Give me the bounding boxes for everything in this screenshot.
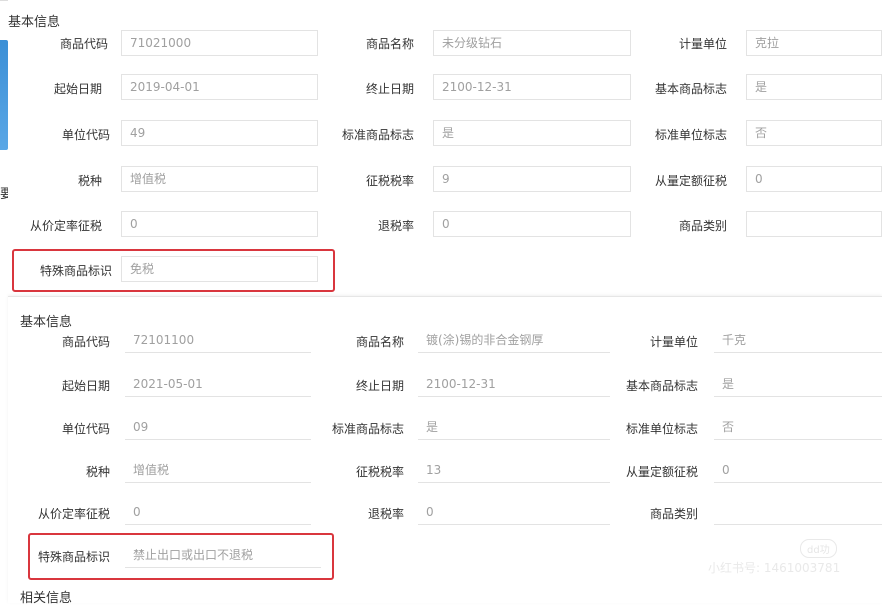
basic-product-flag-field[interactable]: 是	[714, 373, 882, 397]
product-info-panel-1: 基本信息 商品代码 71021000 商品名称 未分级钻石 计量单位 克拉 起始…	[8, 0, 882, 296]
product-category-field[interactable]	[714, 501, 882, 525]
field-label: 起始日期	[61, 379, 110, 393]
specific-duty-field[interactable]: 0	[746, 166, 882, 192]
unit-code-field[interactable]: 09	[125, 416, 311, 440]
product-category-field[interactable]	[746, 211, 882, 237]
product-code-field[interactable]: 71021000	[121, 30, 318, 56]
field-label: 终止日期	[365, 82, 414, 96]
field-label: 从价定率征税	[29, 219, 102, 233]
field-label: 税种	[77, 174, 102, 188]
field-label: 标准商品标志	[331, 422, 404, 436]
start-date-field[interactable]: 2021-05-01	[125, 373, 311, 397]
field-label: 基本商品标志	[654, 82, 727, 96]
field-label: 标准单位标志	[625, 422, 698, 436]
standard-product-flag-field[interactable]: 是	[418, 416, 610, 440]
unit-of-measure-field[interactable]: 千克	[714, 329, 882, 353]
start-date-field[interactable]: 2019-04-01	[121, 74, 318, 100]
tax-type-field[interactable]: 增值税	[121, 166, 318, 192]
field-label: 基本商品标志	[625, 379, 698, 393]
field-label: 从量定额征税	[654, 174, 727, 188]
field-label: 起始日期	[53, 82, 102, 96]
product-name-field[interactable]: 镀(涂)锡的非合金钢厚	[418, 329, 610, 353]
field-label: 征税税率	[365, 174, 414, 188]
standard-product-flag-field[interactable]: 是	[433, 120, 631, 146]
standard-unit-flag-field[interactable]: 否	[714, 416, 882, 440]
unit-code-field[interactable]: 49	[121, 120, 318, 146]
field-label: 税种	[85, 465, 110, 479]
field-label: 征税税率	[355, 465, 404, 479]
field-label: 单位代码	[61, 128, 110, 142]
end-date-field[interactable]: 2100-12-31	[433, 74, 631, 100]
watermark-text: 小红书号: 1461003781	[708, 561, 841, 575]
ad-valorem-field[interactable]: 0	[125, 501, 311, 525]
product-info-panel-2: 基本信息 商品代码 72101100 商品名称 镀(涂)锡的非合金钢厚 计量单位…	[8, 296, 882, 606]
field-label: 标准单位标志	[654, 128, 727, 142]
field-label: 商品代码	[61, 335, 110, 349]
ad-valorem-field[interactable]: 0	[121, 211, 318, 237]
background-app-strip-left	[0, 40, 8, 150]
tax-refund-rate-field[interactable]: 0	[418, 501, 610, 525]
field-label: 标准商品标志	[341, 128, 414, 142]
field-label: 终止日期	[355, 379, 404, 393]
field-label: 商品类别	[678, 219, 727, 233]
standard-unit-flag-field[interactable]: 否	[746, 120, 882, 146]
tax-rate-field[interactable]: 9	[433, 166, 631, 192]
field-label: 商品类别	[649, 507, 698, 521]
field-label: 从量定额征税	[625, 465, 698, 479]
field-label: 退税率	[367, 507, 404, 521]
section-title: 基本信息	[20, 315, 73, 330]
field-label: 从价定率征税	[37, 507, 110, 521]
field-label: 商品名称	[365, 37, 414, 51]
field-label: 商品代码	[59, 37, 108, 51]
field-label: 计量单位	[649, 335, 698, 349]
tax-refund-rate-field[interactable]: 0	[433, 211, 631, 237]
highlight-box	[28, 533, 334, 580]
highlight-box	[12, 249, 335, 292]
watermark-badge: dd功	[800, 539, 837, 558]
product-code-field[interactable]: 72101100	[125, 329, 311, 353]
unit-of-measure-field[interactable]: 克拉	[746, 30, 882, 56]
tax-rate-field[interactable]: 13	[418, 459, 610, 483]
basic-product-flag-field[interactable]: 是	[746, 74, 882, 100]
related-info-section-title: 相关信息	[20, 591, 73, 606]
field-label: 单位代码	[61, 422, 110, 436]
section-title: 基本信息	[8, 15, 61, 30]
tax-type-field[interactable]: 增值税	[125, 459, 311, 483]
field-label: 商品名称	[355, 335, 404, 349]
specific-duty-field[interactable]: 0	[714, 459, 882, 483]
field-label: 退税率	[377, 219, 414, 233]
field-label: 计量单位	[678, 37, 727, 51]
end-date-field[interactable]: 2100-12-31	[418, 373, 610, 397]
product-name-field[interactable]: 未分级钻石	[433, 30, 631, 56]
